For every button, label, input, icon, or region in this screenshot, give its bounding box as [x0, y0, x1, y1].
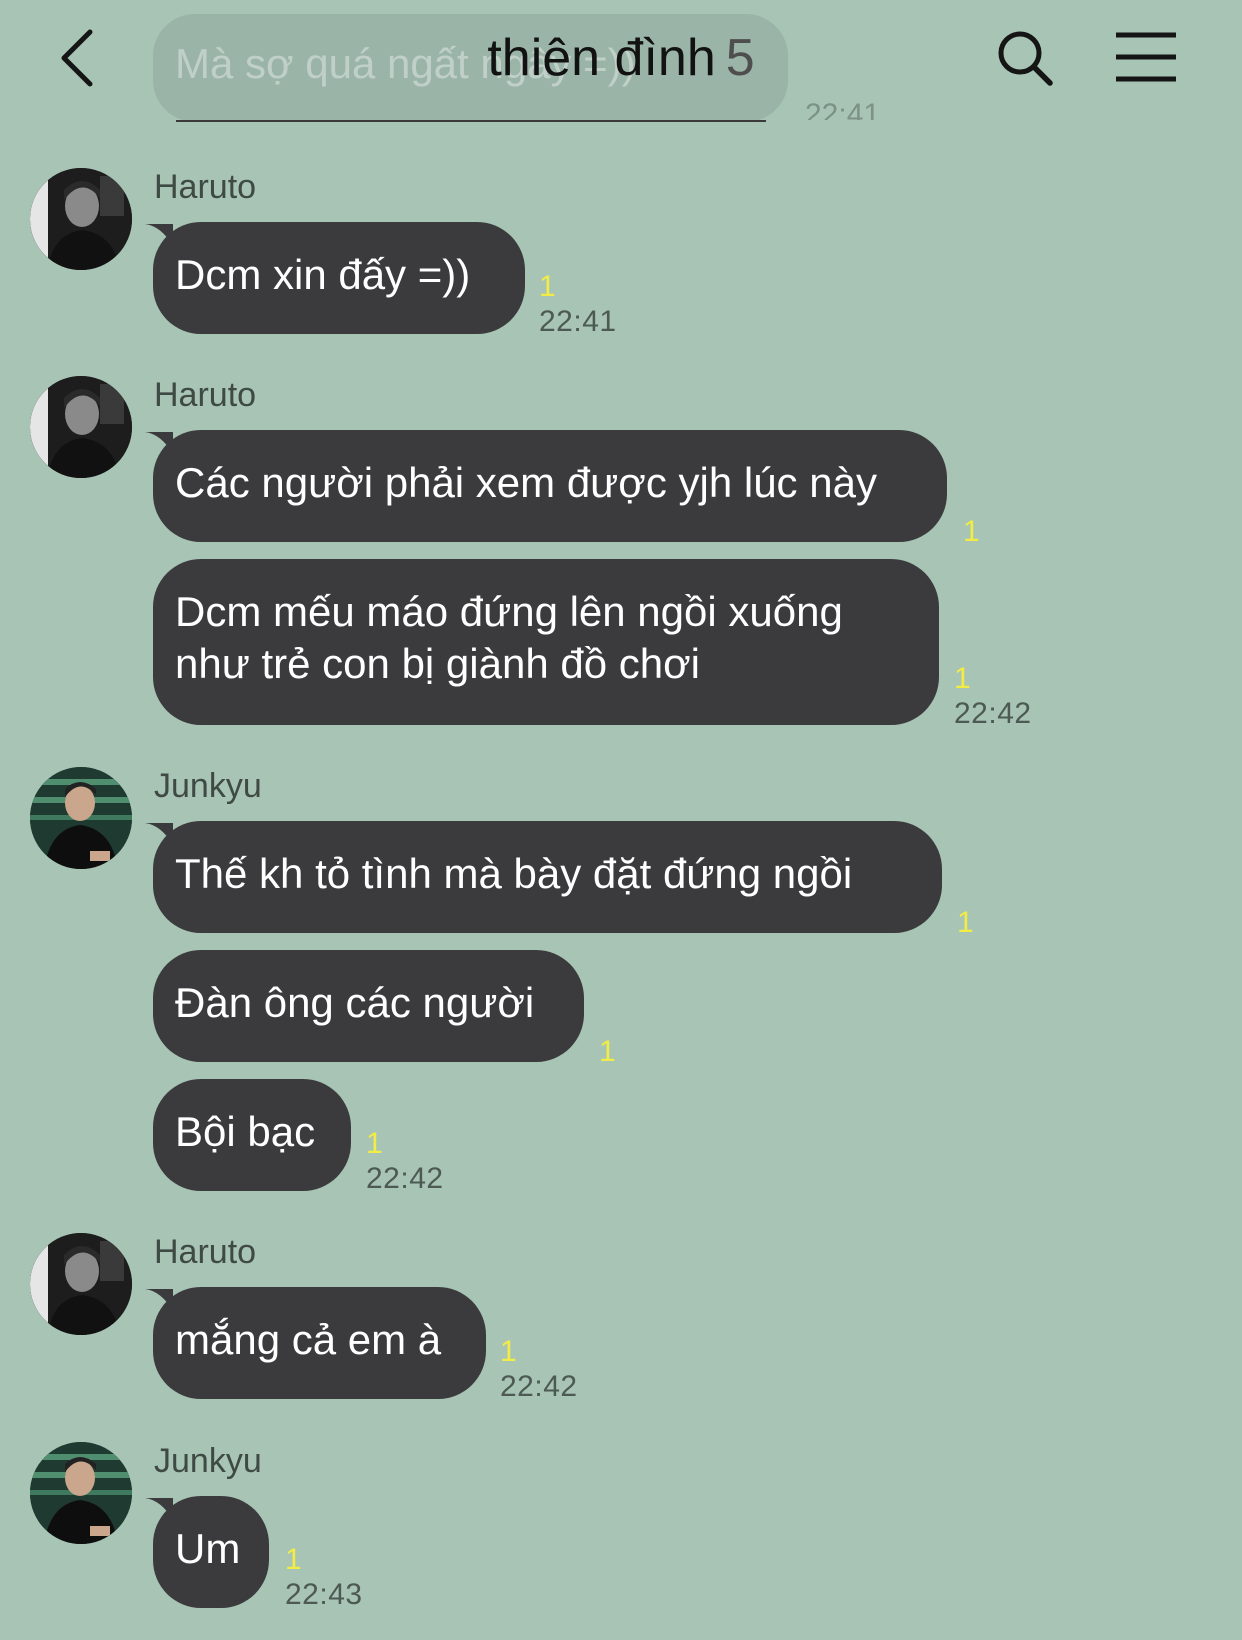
chat-title: thiên đình 5 [0, 26, 1242, 90]
read-count: 1 [599, 1035, 616, 1068]
sender-name: Haruto [154, 376, 257, 414]
message-bubble[interactable]: Um [153, 1496, 269, 1608]
sender-name: Junkyu [154, 1442, 262, 1480]
avatar[interactable] [30, 767, 132, 869]
read-count: 1 [957, 906, 974, 939]
avatar[interactable] [30, 168, 132, 270]
message-time: 22:43 [285, 1578, 363, 1611]
read-count: 1 [500, 1335, 517, 1368]
menu-icon [1116, 32, 1176, 82]
sender-name: Haruto [154, 168, 257, 206]
search-button[interactable] [995, 28, 1055, 88]
read-count: 1 [963, 515, 980, 548]
search-icon [998, 31, 1053, 86]
message-bubble[interactable]: Dcm xin đấy =)) [153, 222, 525, 334]
member-count: 5 [725, 29, 755, 87]
previous-message-divider [176, 120, 766, 122]
message-time: 22:41 [539, 305, 617, 338]
haruto-avatar-image [30, 168, 132, 270]
sender-name: Junkyu [154, 767, 262, 805]
message-bubble[interactable]: Các người phải xem được yjh lúc này [153, 430, 947, 542]
message-time: 22:42 [500, 1370, 578, 1403]
junkyu-avatar-image [30, 1442, 132, 1544]
menu-button[interactable] [1114, 30, 1178, 86]
message-bubble[interactable]: Bội bạc [153, 1079, 351, 1191]
message-line: Dcm mếu máo đứng lên ngồi xuống [175, 588, 843, 635]
message-time: 22:42 [366, 1162, 444, 1195]
message-bubble[interactable]: Thế kh tỏ tình mà bày đặt đứng ngồi [153, 821, 942, 933]
junkyu-avatar-image [30, 767, 132, 869]
avatar[interactable] [30, 376, 132, 478]
haruto-avatar-image [30, 376, 132, 478]
sender-name: Haruto [154, 1233, 257, 1271]
chat-name: thiên đình [487, 29, 716, 87]
chat-header: thiên đình 5 [0, 0, 1242, 120]
haruto-avatar-image [30, 1233, 132, 1335]
read-count: 1 [954, 662, 971, 695]
read-count: 1 [366, 1127, 383, 1160]
read-count: 1 [285, 1543, 302, 1576]
message-line: như trẻ con bị giành đồ chơi [175, 640, 700, 687]
message-bubble[interactable]: Dcm mếu máo đứng lên ngồi xuống như trẻ … [153, 559, 939, 725]
avatar[interactable] [30, 1233, 132, 1335]
message-bubble[interactable]: Đàn ông các người [153, 950, 584, 1062]
message-time: 22:42 [954, 697, 1032, 730]
avatar[interactable] [30, 1442, 132, 1544]
read-count: 1 [539, 270, 556, 303]
message-bubble[interactable]: mắng cả em à [153, 1287, 486, 1399]
